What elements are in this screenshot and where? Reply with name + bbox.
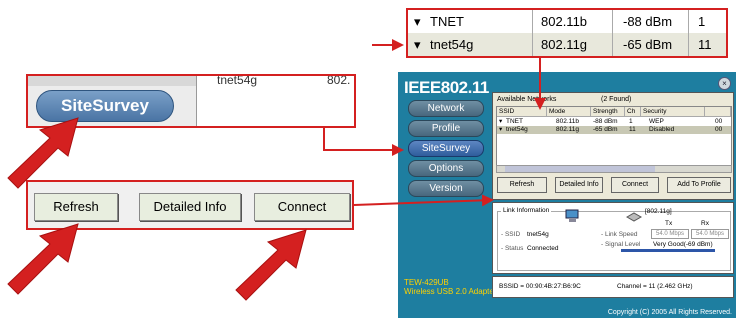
nav-network[interactable]: Network xyxy=(408,100,484,117)
available-networks-label: Available Networks xyxy=(497,96,557,103)
zoom-sitesurvey-button[interactable]: SiteSurvey xyxy=(36,90,174,122)
computer-icon xyxy=(565,209,579,222)
col-channel[interactable]: Ch xyxy=(625,107,641,117)
link-information-panel: Link Information [802.11g] Tx Rx - SSID … xyxy=(492,202,734,274)
zoom-mode: 802.11b xyxy=(541,14,588,29)
zoom-connect-button[interactable]: Connect xyxy=(254,193,350,221)
zoom-strength: -65 dBm xyxy=(623,37,673,52)
found-count-label: (2 Found) xyxy=(601,96,632,103)
bssid-text: BSSID = 00:90:4B:27:B6:9C xyxy=(499,283,581,290)
connector-sitesurvey xyxy=(323,128,390,151)
table-row[interactable]: ▾ tnet54g 802.11g -65 dBm 11 Disabled 00 xyxy=(497,126,731,134)
rx-speed-field: 54.0 Mbps xyxy=(691,229,729,239)
rx-label: Rx xyxy=(701,220,709,227)
tx-speed-field: 54.0 Mbps xyxy=(651,229,689,239)
cell-extra: 00 xyxy=(715,118,723,125)
scrollbar-thumb[interactable] xyxy=(505,166,655,172)
model-name: TEW-429UB xyxy=(404,278,449,287)
site-survey-panel: Available Networks (2 Found) SSID Mode S… xyxy=(492,92,734,200)
cell-security: WEP xyxy=(649,118,664,125)
cell-mode: 802.11b xyxy=(556,118,580,125)
cell-channel: 1 xyxy=(629,118,633,125)
link-info-header: Link Information xyxy=(501,207,552,214)
zoom-row-tnet54g[interactable]: ▾ tnet54g 802.11g -65 dBm 11 xyxy=(408,33,726,56)
link-speed-label: - Link Speed xyxy=(601,231,638,238)
cell-strength: -65 dBm xyxy=(593,126,618,133)
networks-table: SSID Mode Strength Ch Security ▾ TNET 80… xyxy=(496,106,732,166)
cell-extra: 00 xyxy=(715,126,723,133)
ssid-label: - SSID xyxy=(501,231,521,238)
status-value: Connected xyxy=(527,245,559,252)
copyright-text: Copyright (C) 2005 All Rights Reserved. xyxy=(607,309,732,316)
zoom-detailed-info-button[interactable]: Detailed Info xyxy=(139,193,241,221)
big-arrow-sitesurvey xyxy=(7,117,79,189)
model-label: TEW-429UB Wireless USB 2.0 Adapter xyxy=(404,278,496,296)
cell-ssid: tnet54g xyxy=(506,126,528,133)
wifi-icon: ▾ xyxy=(414,37,421,52)
column-divider xyxy=(688,10,689,56)
signal-strength-bar xyxy=(621,249,715,252)
big-arrow-refresh xyxy=(7,223,79,295)
bssid-channel-panel: BSSID = 00:90:4B:27:B6:9C Channel = 11 (… xyxy=(492,276,734,298)
zoom-row-tnet[interactable]: ▾ TNET 802.11b -88 dBm 1 xyxy=(408,10,726,34)
channel-text: Channel = 11 (2.462 GHz) xyxy=(617,283,693,290)
wifi-icon: ▾ xyxy=(414,14,421,29)
nav-sitesurvey[interactable]: SiteSurvey xyxy=(408,140,484,157)
zoom-network-table: ▾ TNET 802.11b -88 dBm 1 ▾ tnet54g 802.1… xyxy=(406,8,728,58)
wifi-icon: ▾ xyxy=(499,118,503,125)
app-title: IEEE802.11 xyxy=(404,78,489,97)
col-mode[interactable]: Mode xyxy=(547,107,591,117)
add-to-profile-button[interactable]: Add To Profile xyxy=(667,177,731,193)
nav-profile[interactable]: Profile xyxy=(408,120,484,137)
zoom-ssid: TNET xyxy=(430,14,464,29)
refresh-button[interactable]: Refresh xyxy=(497,177,547,193)
connect-button[interactable]: Connect xyxy=(611,177,659,193)
wifi-antenna-icon xyxy=(625,212,643,222)
detailed-info-button[interactable]: Detailed Info xyxy=(555,177,603,193)
ssid-value: tnet54g xyxy=(527,231,549,238)
wifi-icon: ▾ xyxy=(499,126,503,133)
signal-level-value: Very Good(-69 dBm) xyxy=(653,241,713,248)
status-label: - Status xyxy=(501,245,524,252)
zoom-channel: 11 xyxy=(698,37,712,52)
tx-label: Tx xyxy=(665,220,673,227)
zoom-sitesurvey: tnet54g 802. SiteSurvey xyxy=(26,74,356,128)
mode-badge: [802.11g] xyxy=(645,208,672,215)
nav-options[interactable]: Options xyxy=(408,160,484,177)
col-ssid[interactable]: SSID xyxy=(497,107,547,117)
zoom-channel: 1 xyxy=(698,14,706,29)
signal-level-label: - Signal Level xyxy=(601,241,641,248)
col-extra[interactable] xyxy=(705,107,731,117)
cell-security: Disabled xyxy=(649,126,675,133)
table-row[interactable]: ▾ TNET 802.11b -88 dBm 1 WEP 00 xyxy=(497,118,731,126)
zoom-button-bar: Refresh Detailed Info Connect xyxy=(26,180,354,230)
cell-channel: 11 xyxy=(629,126,636,133)
zoom-list-fragment: tnet54g 802. xyxy=(196,74,354,126)
big-arrow-connect xyxy=(235,229,307,301)
zoom-list-mode: 802. xyxy=(327,74,351,87)
column-divider xyxy=(532,10,533,56)
close-icon[interactable]: × xyxy=(718,77,731,90)
wireless-utility-window: IEEE802.11 × Network Profile SiteSurvey … xyxy=(398,72,736,318)
model-subtitle: Wireless USB 2.0 Adapter xyxy=(404,287,497,296)
zoom-ssid: tnet54g xyxy=(430,37,474,52)
zoom-strength: -88 dBm xyxy=(623,14,673,29)
col-security[interactable]: Security xyxy=(641,107,705,117)
col-strength[interactable]: Strength xyxy=(591,107,625,117)
cell-mode: 802.11g xyxy=(556,126,580,133)
column-divider xyxy=(612,10,613,56)
zoom-refresh-button[interactable]: Refresh xyxy=(34,193,118,221)
cell-strength: -88 dBm xyxy=(593,118,618,125)
horizontal-scrollbar[interactable] xyxy=(496,165,732,173)
cell-ssid: TNET xyxy=(506,118,523,125)
zoom-list-ssid: tnet54g xyxy=(217,74,258,87)
zoom-mode: 802.11g xyxy=(541,37,588,52)
nav-version[interactable]: Version xyxy=(408,180,484,197)
